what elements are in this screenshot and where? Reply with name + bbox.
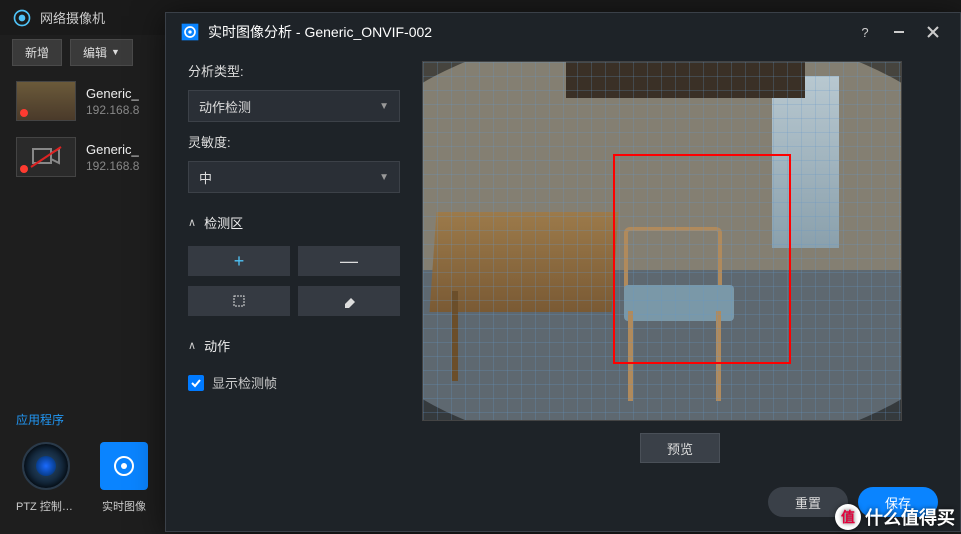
select-zone-button[interactable] <box>188 286 290 316</box>
camera-thumbnail <box>16 81 76 121</box>
detect-zone-header[interactable]: ∧ 检测区 <box>188 203 400 236</box>
camera-thumbnail <box>16 137 76 177</box>
camera-ip: 192.168.8 <box>86 103 139 117</box>
show-frames-checkbox[interactable]: 显示检测帧 <box>188 369 400 392</box>
action-header[interactable]: ∧ 动作 <box>188 326 400 359</box>
dialog-titlebar: 实时图像分析 - Generic_ONVIF-002 ? <box>166 13 960 51</box>
camera-name: Generic_ <box>86 86 139 101</box>
minimize-button[interactable] <box>886 19 912 45</box>
recording-indicator-icon <box>20 109 28 117</box>
close-button[interactable] <box>920 19 946 45</box>
ptz-icon <box>22 442 70 490</box>
checkbox-checked-icon <box>188 375 204 391</box>
dialog-icon <box>180 22 200 42</box>
settings-panel: 分析类型: 动作检测 ▼ 灵敏度: 中 ▼ ∧ 检测区 + — <box>188 61 400 467</box>
chevron-down-icon: ▼ <box>111 47 120 57</box>
recording-indicator-icon <box>20 165 28 173</box>
preview-panel: 预览 <box>422 61 938 467</box>
camera-name: Generic_ <box>86 142 139 157</box>
remove-zone-button[interactable]: — <box>298 246 400 276</box>
watermark-text: 什么值得买 <box>865 504 955 530</box>
erase-zone-button[interactable] <box>298 286 400 316</box>
apps-label: 应用程序 <box>16 411 154 428</box>
analysis-type-select[interactable]: 动作检测 ▼ <box>188 90 400 122</box>
camera-disabled-icon <box>29 145 63 169</box>
edit-button[interactable]: 编辑 ▼ <box>70 39 133 66</box>
analysis-icon <box>100 442 148 490</box>
app-ptz[interactable]: PTZ 控制权限 <box>16 442 76 514</box>
sensitivity-select[interactable]: 中 ▼ <box>188 161 400 193</box>
add-zone-button[interactable]: + <box>188 246 290 276</box>
show-frames-label: 显示检测帧 <box>212 373 277 392</box>
analysis-type-label: 分析类型: <box>188 61 400 80</box>
dialog-title: 实时图像分析 - Generic_ONVIF-002 <box>208 22 844 42</box>
camera-ip: 192.168.8 <box>86 159 139 173</box>
app-analysis[interactable]: 实时图像 <box>94 442 154 514</box>
sensitivity-label: 灵敏度: <box>188 132 400 151</box>
chevron-up-icon: ∧ <box>188 216 196 229</box>
analysis-dialog: 实时图像分析 - Generic_ONVIF-002 ? 分析类型: 动作检测 … <box>165 12 961 532</box>
chevron-down-icon: ▼ <box>379 172 389 183</box>
app-label: PTZ 控制权限 <box>16 498 76 514</box>
new-button[interactable]: 新增 <box>12 39 62 66</box>
help-button[interactable]: ? <box>852 19 878 45</box>
apps-section: 应用程序 PTZ 控制权限 实时图像 <box>16 411 154 514</box>
app-label: 实时图像 <box>94 498 154 514</box>
watermark: 值 什么值得买 <box>835 504 955 530</box>
chevron-up-icon: ∧ <box>188 339 196 352</box>
app-title: 网络摄像机 <box>40 8 105 27</box>
app-icon <box>12 8 32 28</box>
preview-button[interactable]: 预览 <box>640 433 720 463</box>
video-preview[interactable] <box>422 61 902 421</box>
detection-rectangle[interactable] <box>613 154 791 364</box>
watermark-logo-icon: 值 <box>835 504 861 530</box>
chevron-down-icon: ▼ <box>379 101 389 112</box>
